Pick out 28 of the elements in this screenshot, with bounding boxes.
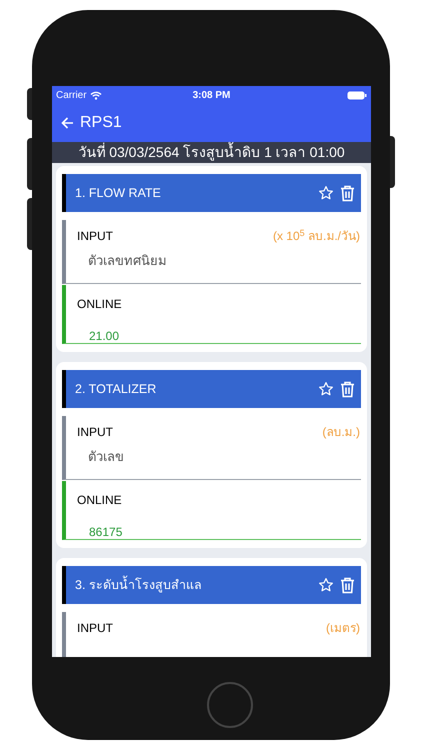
battery-icon <box>346 90 367 100</box>
status-time: 3:08 PM <box>192 88 230 102</box>
unit-label: (x 10$^{5}$ ลบ.ม./วัน) <box>272 227 360 245</box>
trash-icon[interactable] <box>340 380 355 398</box>
input-label: INPUT <box>77 424 113 441</box>
online-label: ONLINE <box>77 297 122 311</box>
card-title: 2. TOTALIZER <box>75 380 156 398</box>
carrier-label: Carrier <box>56 88 87 102</box>
online-value: 21.00 <box>89 329 120 343</box>
input-label: INPUT <box>77 228 113 245</box>
wifi-icon <box>90 90 102 100</box>
trash-icon[interactable] <box>340 184 355 202</box>
star-icon[interactable] <box>318 577 334 593</box>
unit-label: (เมตร) <box>326 620 360 637</box>
input-field[interactable]: ตัวเลข <box>88 447 288 466</box>
star-icon[interactable] <box>318 185 334 201</box>
screen-title: RPS1 <box>80 113 122 133</box>
back-arrow-icon[interactable] <box>61 117 74 129</box>
date-bar-text: วันที่ 03/03/2564 โรงสูบน้ำดิบ 1 เวลา 01:00 <box>78 142 345 163</box>
star-icon[interactable] <box>318 381 334 397</box>
input-label: INPUT <box>77 620 113 637</box>
card-title: 1. FLOW RATE <box>75 184 161 202</box>
trash-icon[interactable] <box>340 576 355 594</box>
card-title: 3. ระดับน้ำโรงสูบสำแล <box>75 576 202 594</box>
online-value: 86175 <box>89 525 122 539</box>
input-field[interactable]: ตัวเลขทศนิยม <box>88 251 288 270</box>
online-label: ONLINE <box>77 493 122 507</box>
unit-label: (ลบ.ม.) <box>322 424 360 441</box>
